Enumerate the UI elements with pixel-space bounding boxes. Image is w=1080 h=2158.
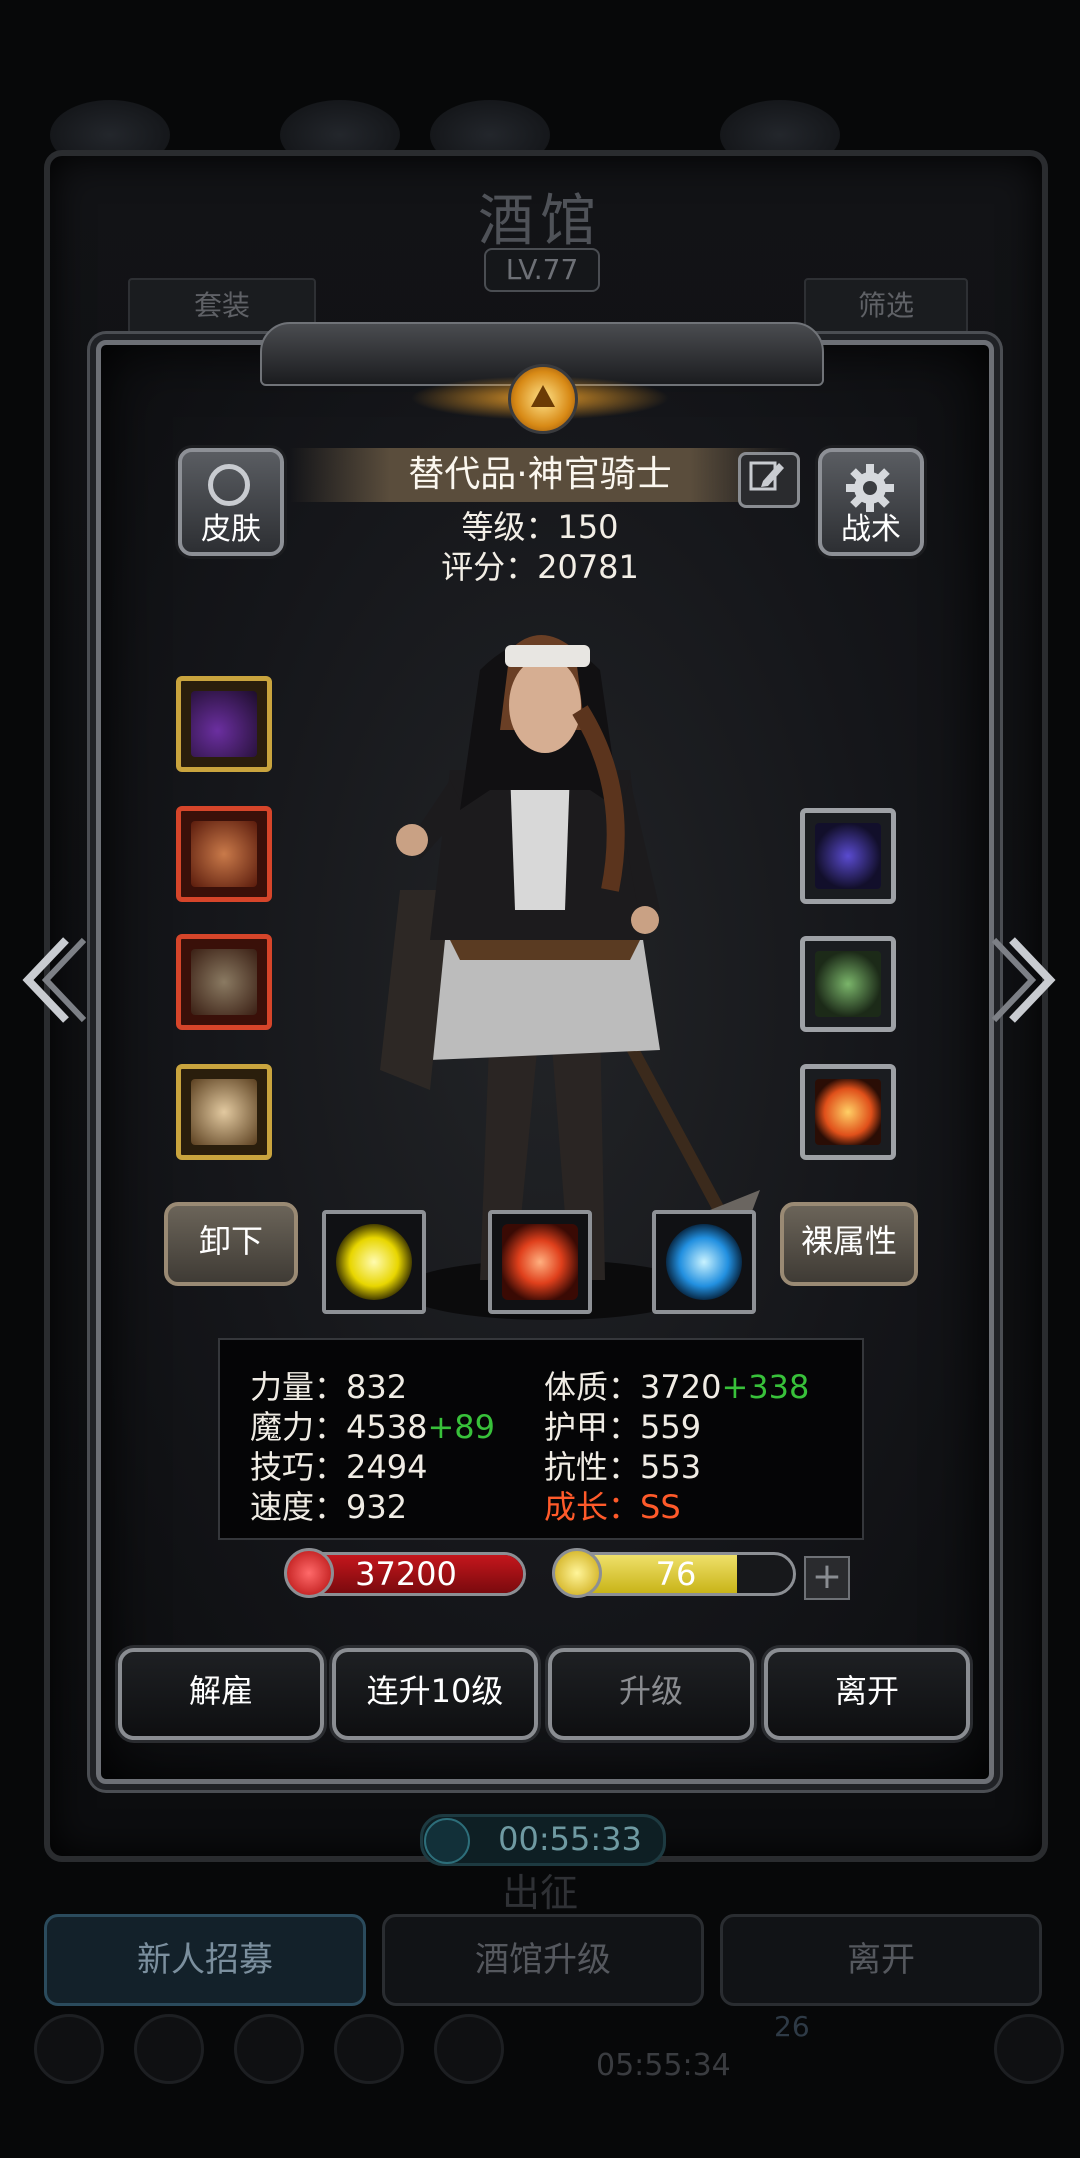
swap-icon (208, 464, 250, 506)
eye-skill[interactable] (652, 1210, 756, 1314)
scroll-icon (191, 1079, 257, 1145)
heart-icon (284, 1548, 334, 1598)
level-up-button[interactable]: 升级 (548, 1648, 754, 1740)
tavern-title: 酒馆 (478, 189, 602, 254)
tactics-label: 战术 (841, 512, 901, 547)
stat-magic-bonus: +89 (427, 1408, 495, 1446)
gem-slot[interactable] (800, 808, 896, 904)
leaf-icon (815, 951, 881, 1017)
heal-skill[interactable] (488, 1210, 592, 1314)
level-up-10-button[interactable]: 连升10级 (332, 1648, 538, 1740)
unequip-button[interactable]: 卸下 (164, 1202, 298, 1286)
lightning-icon (552, 1548, 602, 1598)
leave-button[interactable]: 离开 (764, 1648, 970, 1740)
hero-score: 评分：20781 (441, 548, 639, 586)
skin-button[interactable]: 皮肤 (178, 448, 284, 556)
nav-icon-3[interactable] (234, 2014, 304, 2084)
refresh-timer: 00:55:33 (498, 1820, 642, 1858)
tavern-level: LV.77 (484, 248, 600, 292)
tavern-leave-button[interactable]: 离开 (720, 1914, 1042, 2006)
nav-icon-4[interactable] (334, 2014, 404, 2084)
clock-icon (424, 1818, 470, 1864)
tactics-button[interactable]: 战术 (818, 448, 924, 556)
stat-growth: 成长：SS (544, 1488, 681, 1526)
nav-icon-5[interactable] (434, 2014, 504, 2084)
next-hero-arrow-icon[interactable] (992, 930, 1062, 1030)
fist-skill[interactable] (322, 1210, 426, 1314)
dismiss-button[interactable]: 解雇 (118, 1648, 324, 1740)
bare-attributes-button[interactable]: 裸属性 (780, 1202, 918, 1286)
bottom-timer: 05:55:34 (596, 2048, 731, 2083)
stat-constitution-bonus: +338 (721, 1368, 810, 1406)
edit-name-button[interactable] (738, 452, 800, 508)
skin-label: 皮肤 (201, 512, 261, 547)
crest-emblem-icon (508, 364, 578, 434)
fist-skill-icon (336, 1224, 412, 1300)
nav-icon-1[interactable] (34, 2014, 104, 2084)
weapon-slot[interactable] (176, 676, 272, 772)
bottom-count: 26 (774, 2010, 810, 2043)
tome-icon (191, 949, 257, 1015)
scroll-slot[interactable] (176, 1064, 272, 1160)
armor-icon (191, 821, 257, 887)
tavern-upgrade-button[interactable]: 酒馆升级 (382, 1914, 704, 2006)
heal-cross-skill-icon (502, 1224, 578, 1300)
filter-tab[interactable]: 筛选 (804, 278, 968, 334)
stat-speed: 速度：932 (250, 1488, 408, 1526)
deploy-label: 出征 (501, 1871, 578, 1915)
hero-name: 替代品·神官骑士 (408, 454, 672, 495)
nav-icon-6[interactable] (994, 2014, 1064, 2084)
prev-hero-arrow-icon[interactable] (16, 930, 86, 1030)
tome-slot[interactable] (176, 934, 272, 1030)
fire-orb-icon (815, 1079, 881, 1145)
staff-icon (191, 691, 257, 757)
dark-gem-icon (815, 823, 881, 889)
armor-slot[interactable] (176, 806, 272, 902)
leaf-slot[interactable] (800, 936, 896, 1032)
nav-icon-2[interactable] (134, 2014, 204, 2084)
eye-skill-icon (666, 1224, 742, 1300)
add-energy-button[interactable]: + (804, 1556, 850, 1600)
pencil-icon (749, 461, 784, 491)
recruit-button[interactable]: 新人招募 (44, 1914, 366, 2006)
orb-slot[interactable] (800, 1064, 896, 1160)
